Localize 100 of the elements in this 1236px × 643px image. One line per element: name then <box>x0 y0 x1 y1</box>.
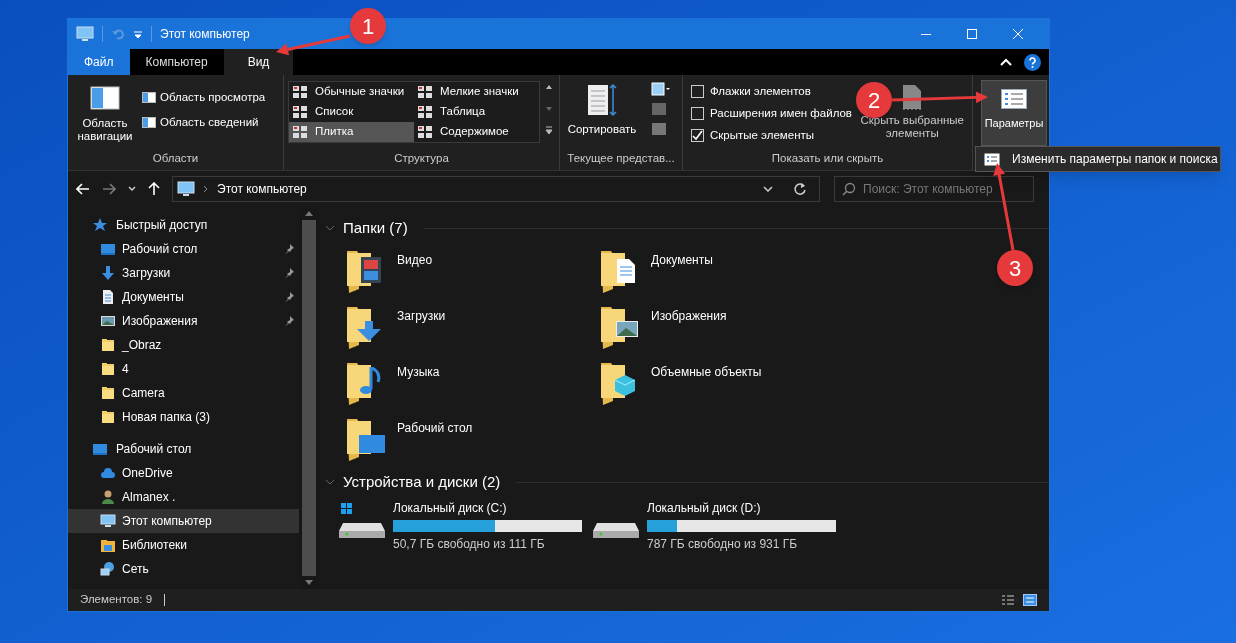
section-heading[interactable]: Папки (7) <box>343 216 408 240</box>
computer-icon <box>100 513 116 529</box>
checkbox-option[interactable]: Расширения имен файлов <box>691 105 852 122</box>
view-icon <box>293 86 307 98</box>
chevron-down-icon <box>128 186 136 192</box>
navigation-pane-button[interactable]: Область навигации <box>72 81 138 143</box>
address-bar[interactable]: Этот компьютер <box>172 176 820 202</box>
tiles-view-icon <box>1023 594 1037 606</box>
up-icon <box>148 182 160 196</box>
folder-tile[interactable]: Изображения <box>599 303 853 351</box>
monitor-icon <box>100 241 116 257</box>
folder-tile[interactable]: Музыка <box>345 359 599 407</box>
layout-option[interactable]: Плитка <box>289 122 414 142</box>
layout-option[interactable]: Обычные значки <box>289 82 414 102</box>
chevron-down-icon <box>763 186 773 192</box>
nav-item[interactable]: OneDrive <box>68 461 299 485</box>
layout-option[interactable]: Мелкие значки <box>414 82 539 102</box>
nav-item[interactable]: _Obraz <box>68 333 299 357</box>
section-heading[interactable]: Устройства и диски (2) <box>343 470 501 494</box>
nav-item[interactable]: Изображения <box>68 309 299 333</box>
nav-item[interactable]: Загрузки <box>68 261 299 285</box>
folder-tile[interactable]: Видео <box>345 247 599 295</box>
nav-item[interactable]: Camera <box>68 381 299 405</box>
nav-item[interactable]: Новая папка (3) <box>68 405 299 429</box>
search-field[interactable]: Поиск: Этот компьютер <box>834 176 1034 202</box>
computer-icon <box>76 26 94 42</box>
monitor-icon <box>92 441 108 457</box>
nav-item[interactable]: Рабочий стол <box>68 237 299 261</box>
layout-option[interactable]: Список <box>289 102 414 122</box>
checkbox[interactable] <box>691 107 704 120</box>
nav-item[interactable]: Сеть <box>68 557 299 581</box>
layout-option[interactable]: Таблица <box>414 102 539 122</box>
system-drive-icon <box>339 503 385 538</box>
ribbon-tab[interactable]: Вид <box>223 49 294 75</box>
sort-icon <box>587 83 617 117</box>
menu-item[interactable]: Изменить параметры папок и поиска <box>1012 150 1218 168</box>
layout-option[interactable]: Содержимое <box>414 122 539 142</box>
drive-tile[interactable]: Локальный диск (C:) 50,7 ГБ свободно из 111 ГБ <box>339 499 593 553</box>
ribbon-tab[interactable]: Файл <box>68 49 130 75</box>
folder-tile[interactable]: Объемные объекты <box>599 359 853 407</box>
dropdown-icon <box>133 29 143 39</box>
settings-icon <box>1001 89 1027 109</box>
folder-icon <box>100 337 116 353</box>
help-icon <box>1024 53 1041 71</box>
view-icon <box>293 106 307 118</box>
collapse-icon <box>1000 58 1012 66</box>
search-icon <box>842 182 856 196</box>
group-label: Показать или скрыть <box>770 151 885 166</box>
group-label: Области <box>151 151 200 166</box>
options-button[interactable]: Параметры <box>981 80 1047 146</box>
scroll-up-icon[interactable] <box>305 211 313 216</box>
pane-icon <box>142 92 156 104</box>
pane-layout-icon <box>90 86 120 112</box>
checkbox[interactable] <box>691 85 704 98</box>
pane-icon <box>142 117 156 129</box>
checkbox-option[interactable]: Скрытые элементы <box>691 127 852 144</box>
picture-icon <box>100 313 116 329</box>
library-icon <box>100 537 116 553</box>
drive-tile[interactable]: Локальный диск (D:) 787 ГБ свободно из 931 ГБ <box>593 499 847 553</box>
view-icon <box>418 126 432 138</box>
close-icon <box>1013 29 1023 39</box>
page-icon <box>901 83 924 111</box>
pane-button[interactable]: Область просмотра <box>142 89 266 107</box>
folder-tile[interactable]: Рабочий стол <box>345 415 599 463</box>
scroll-down-icon[interactable] <box>305 580 313 585</box>
checkbox[interactable] <box>691 129 704 142</box>
star-icon <box>92 217 108 233</box>
undo-icon <box>111 27 125 41</box>
nav-item[interactable]: Almanex . <box>68 485 299 509</box>
folder-icon <box>100 409 116 425</box>
nav-item[interactable]: Рабочий стол <box>68 437 299 461</box>
nav-item[interactable]: Быстрый доступ <box>68 213 299 237</box>
folder-tile[interactable]: Документы <box>599 247 853 295</box>
nav-item[interactable]: 4 <box>68 357 299 381</box>
item-count: Элементов: 9 <box>80 592 153 608</box>
maximize-icon <box>967 29 977 39</box>
ribbon-tab[interactable]: Компьютер <box>129 49 224 75</box>
folder-icon <box>100 385 116 401</box>
checkbox-option[interactable]: Флажки элементов <box>691 83 852 100</box>
settings-icon <box>984 152 1000 166</box>
folder-tile[interactable]: Загрузки <box>345 303 599 351</box>
nav-item[interactable]: Этот компьютер <box>68 509 299 533</box>
person-icon <box>100 489 116 505</box>
document-icon <box>100 289 116 305</box>
window-title: Этот компьютер <box>160 26 250 43</box>
sort-button[interactable]: Сортировать <box>564 81 640 139</box>
back-icon <box>76 183 90 195</box>
nav-item[interactable]: Документы <box>68 285 299 309</box>
folder-icon <box>100 361 116 377</box>
forward-icon <box>102 183 116 195</box>
pane-button[interactable]: Область сведений <box>142 114 266 132</box>
computer-icon <box>177 181 195 197</box>
nav-item[interactable]: Библиотеки <box>68 533 299 557</box>
view-icon <box>418 106 432 118</box>
view-icon <box>418 86 432 98</box>
cloud-icon <box>100 465 116 481</box>
refresh-icon <box>793 182 807 196</box>
chevron-down-icon <box>325 225 335 231</box>
group-label: Структура <box>393 151 450 166</box>
network-icon <box>100 561 116 577</box>
